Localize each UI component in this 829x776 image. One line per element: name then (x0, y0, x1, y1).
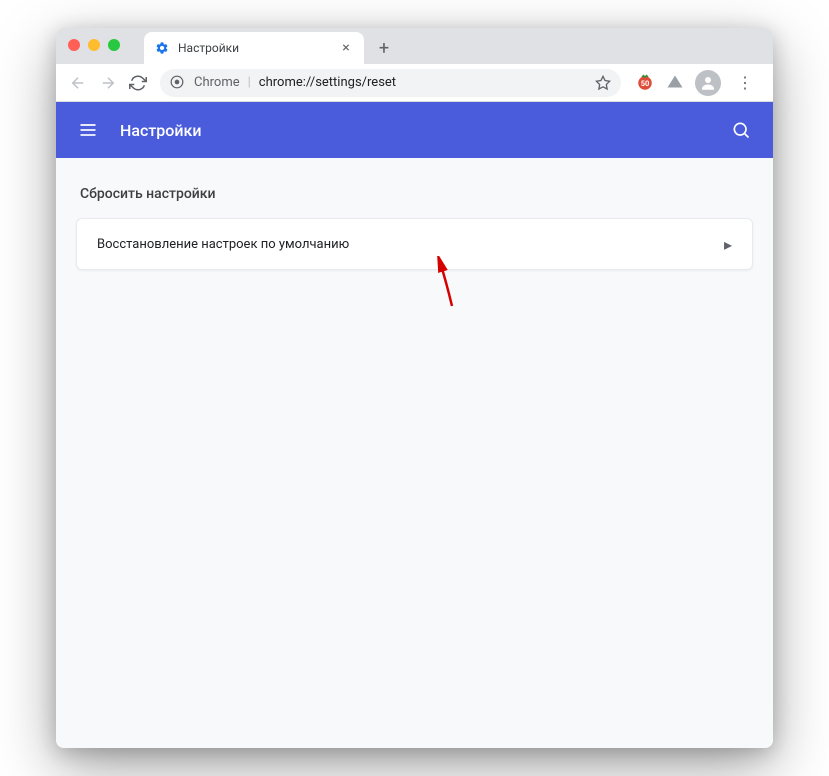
reload-button[interactable] (124, 69, 152, 97)
omnibox-origin-label: Chrome (194, 75, 240, 90)
gear-icon (154, 40, 170, 56)
search-button[interactable] (729, 118, 753, 142)
window-controls (68, 39, 120, 51)
omnibox-divider: | (248, 75, 251, 90)
profile-avatar[interactable] (695, 70, 721, 96)
extension-icons: 50 ⋮ (629, 69, 765, 97)
new-tab-button[interactable]: + (370, 34, 398, 62)
chrome-icon (170, 75, 186, 91)
tab-settings[interactable]: Настройки × (144, 32, 364, 64)
window-minimize-button[interactable] (88, 39, 100, 51)
address-bar[interactable]: Chrome | chrome://settings/reset (160, 69, 621, 97)
settings-content: Сбросить настройки Восстановление настро… (56, 158, 773, 748)
window-maximize-button[interactable] (108, 39, 120, 51)
tab-strip: Настройки × + (144, 28, 398, 64)
close-icon[interactable]: × (338, 40, 354, 56)
browser-window: Настройки × + Chrome | chrome://settings… (56, 28, 773, 748)
svg-text:50: 50 (641, 79, 650, 88)
tab-title: Настройки (178, 41, 330, 55)
back-button[interactable] (64, 69, 92, 97)
titlebar: Настройки × + (56, 28, 773, 64)
extension-icon-1[interactable]: 50 (635, 73, 655, 93)
reset-card: Восстановление настроек по умолчанию ▸ (76, 218, 753, 270)
bookmark-icon[interactable] (595, 75, 611, 91)
section-title-reset: Сбросить настройки (80, 186, 753, 202)
chevron-right-icon: ▸ (724, 235, 732, 254)
drive-icon[interactable] (665, 73, 685, 93)
forward-button[interactable] (94, 69, 122, 97)
toolbar: Chrome | chrome://settings/reset 50 ⋮ (56, 64, 773, 102)
page-title: Настройки (120, 121, 709, 140)
restore-defaults-row[interactable]: Восстановление настроек по умолчанию ▸ (77, 219, 752, 269)
omnibox-url: chrome://settings/reset (259, 75, 587, 90)
settings-header: Настройки (56, 102, 773, 158)
restore-defaults-label: Восстановление настроек по умолчанию (97, 237, 349, 252)
browser-menu-button[interactable]: ⋮ (731, 69, 759, 97)
window-close-button[interactable] (68, 39, 80, 51)
hamburger-menu-button[interactable] (76, 118, 100, 142)
